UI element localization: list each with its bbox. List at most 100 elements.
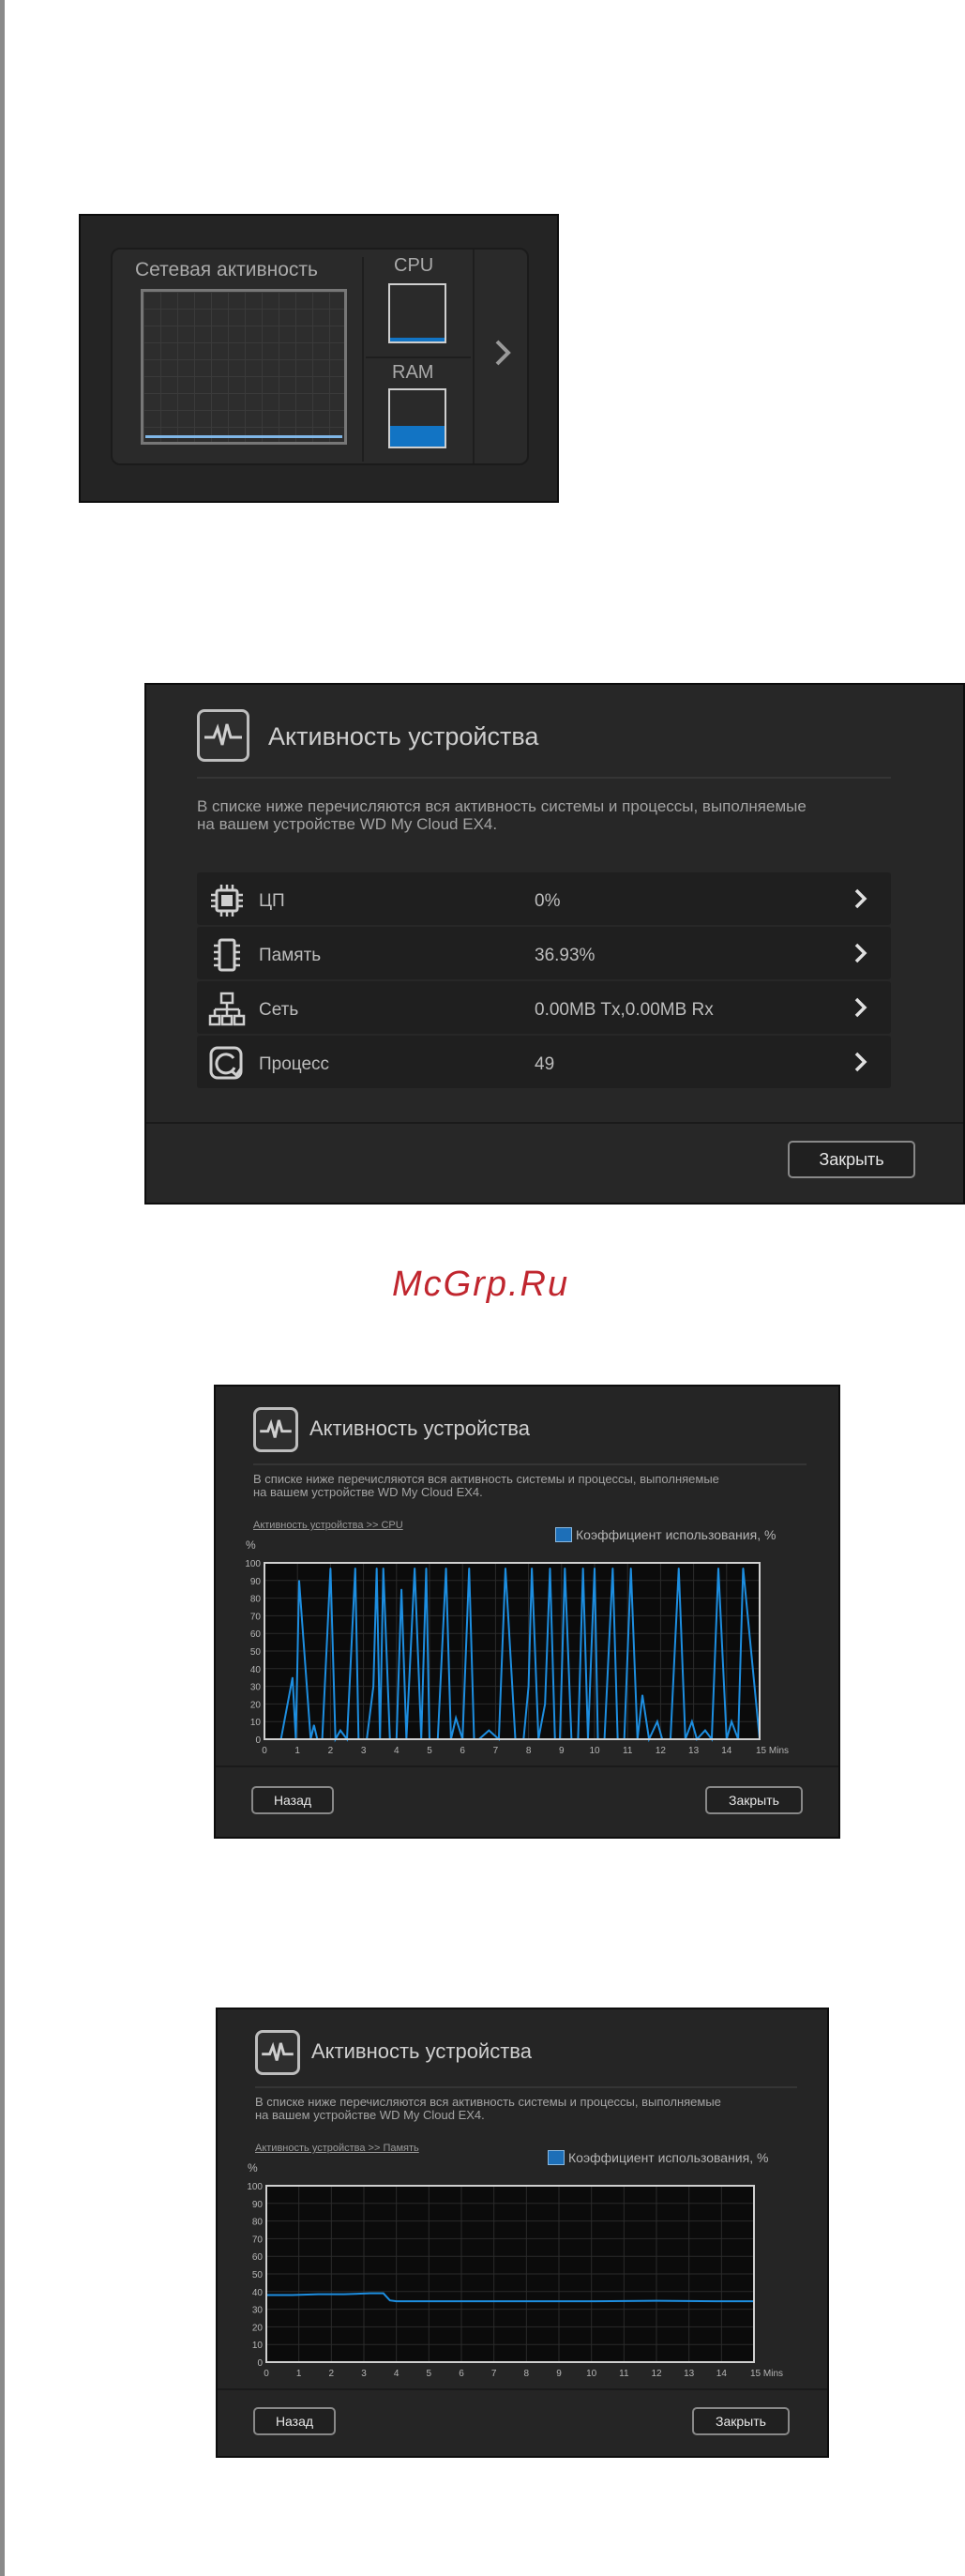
x-tick-label: 14 [721,1746,732,1756]
legend-swatch [555,1527,572,1542]
x-tick-label: 2 [329,2369,335,2379]
y-tick-label: 100 [247,2182,263,2192]
x-tick-label: 7 [491,2369,497,2379]
widget-divider [366,356,471,358]
data-point [400,1588,402,1590]
description-line: В списке ниже перечисляются вся активнос… [255,2095,721,2109]
data-point [691,1720,693,1722]
x-tick-label: 5 [427,2369,432,2379]
data-point [313,1724,315,1726]
data-point [292,1676,294,1678]
x-tick-label: 6 [459,2369,464,2379]
widget-panel: Сетевая активность CPU RAM [111,248,529,465]
y-tick-label: 50 [252,2270,264,2281]
y-tick-label: 90 [250,1577,262,1587]
y-tick-label: 100 [245,1559,261,1569]
row-label: ЦП [259,891,285,911]
x-tick-label: 3 [361,2369,367,2379]
dialog-title: Активность устройства [311,2039,532,2063]
y-tick-label: 50 [250,1647,262,1658]
chevron-right-icon[interactable] [850,940,872,966]
y-tick-label: 70 [250,1612,262,1622]
network-activity-graph[interactable] [141,289,347,445]
data-point [317,2294,320,2296]
chevron-right-icon[interactable] [850,994,872,1021]
cpu-label: CPU [394,255,434,276]
activity-row-process[interactable]: Процесс 49 [197,1036,891,1088]
y-tick-label: 30 [250,1683,262,1693]
y-tick-label: 10 [250,1718,262,1728]
data-point [544,1703,546,1705]
close-button[interactable]: Закрыть [692,2407,790,2435]
x-tick-label: 12 [651,2369,662,2379]
widget-next-arrow[interactable] [484,334,521,371]
activity-row-memory[interactable]: Память 36.93% [197,927,891,979]
row-value: 0.00MB Tx,0.00MB Rx [535,1000,714,1020]
x-tick-label: 13 [688,1746,700,1756]
legend-label: Коэффициент использования, % [568,2150,769,2165]
y-tick-label: 90 [252,2200,264,2210]
data-point [389,2299,391,2301]
y-tick-label: 40 [250,1665,262,1675]
data-point [641,1694,643,1696]
description-line: В списке ниже перечисляются вся активнос… [197,797,807,815]
data-point [369,2293,371,2295]
memory-module-icon [208,936,246,974]
x-tick-label: 7 [493,1746,499,1756]
close-button[interactable]: Закрыть [705,1786,803,1814]
x-tick-label: 4 [394,1746,400,1756]
activity-list: ЦП 0% Память 36.93% Сеть 0.00MB Tx,0.00M… [197,872,891,1090]
description-line: на вашем устройстве WD My Cloud EX4. [253,1485,483,1499]
row-value: 49 [535,1054,555,1074]
activity-pulse-icon [255,2030,300,2075]
activity-row-cpu[interactable]: ЦП 0% [197,872,891,925]
y-tick-label: 0 [255,1735,261,1746]
x-tick-label: 15 Mins [750,2369,783,2379]
data-point [292,2294,294,2296]
x-tick-label: 3 [361,1746,367,1756]
description-line: на вашем устройстве WD My Cloud EX4. [197,815,498,833]
chevron-right-icon[interactable] [850,1049,872,1075]
chevron-right-icon[interactable] [850,886,872,912]
back-button[interactable]: Назад [253,2407,336,2435]
dialog-description: В списке ниже перечисляются вся активнос… [253,1473,719,1499]
breadcrumb[interactable]: Активность устройства >> Память [255,2143,419,2154]
x-tick-label: 9 [559,1746,565,1756]
cpu-gauge-fill [390,338,445,341]
dialog-description: В списке ниже перечисляются вся активнос… [255,2096,721,2122]
title-divider [255,2086,797,2088]
description-line: на вашем устройстве WD My Cloud EX4. [255,2108,485,2122]
widget-divider [362,257,364,462]
row-value: 0% [535,891,561,911]
x-tick-label: 1 [294,1746,300,1756]
cpu-gauge[interactable] [388,283,446,343]
x-tick-label: 15 Mins [756,1746,789,1756]
y-tick-label: 80 [252,2218,264,2228]
back-button[interactable]: Назад [251,1786,334,1814]
ram-gauge-fill [390,425,445,447]
breadcrumb[interactable]: Активность устройства >> CPU [253,1520,403,1531]
y-tick-label: 30 [252,2306,264,2316]
title-divider [197,777,891,779]
data-point [656,1720,658,1722]
x-tick-label: 11 [619,2369,629,2379]
dialog-title: Активность устройства [309,1417,530,1440]
page-left-border [0,0,5,2576]
y-tick-label: 60 [252,2252,264,2263]
x-tick-label: 1 [296,2369,302,2379]
data-point [396,2300,398,2302]
x-tick-label: 0 [264,2369,269,2379]
y-tick-label: 80 [250,1595,262,1605]
activity-row-network[interactable]: Сеть 0.00MB Tx,0.00MB Rx [197,981,891,1034]
x-tick-label: 8 [526,1746,532,1756]
x-tick-label: 12 [656,1746,667,1756]
ram-gauge[interactable] [388,388,446,448]
activity-pulse-icon [197,709,249,762]
data-point [339,1730,341,1732]
close-button[interactable]: Закрыть [788,1141,915,1178]
data-point [372,1686,374,1688]
x-tick-label: 10 [589,1746,600,1756]
network-activity-title: Сетевая активность [135,259,318,280]
cpu-usage-chart: 10090807060504030201000 1 2 3 4 5 6 7 8 9 10 11 12 13… [245,1559,789,1756]
row-label: Сеть [259,1000,299,1020]
